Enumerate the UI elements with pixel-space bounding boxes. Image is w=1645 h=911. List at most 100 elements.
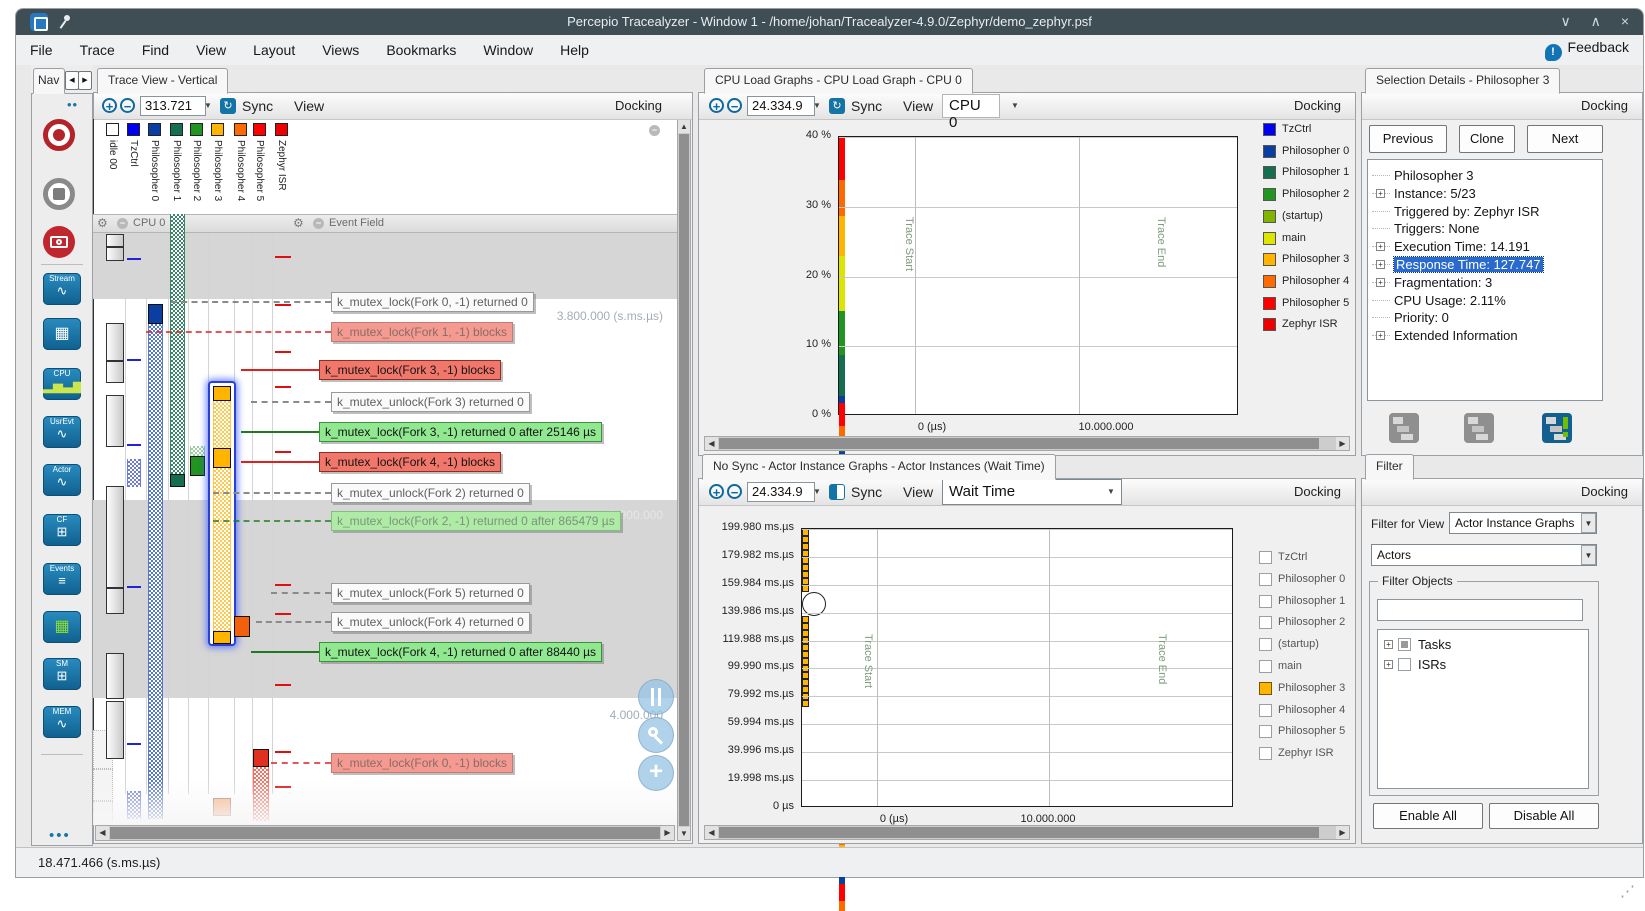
actor-graph-button[interactable]: Actor ∿ bbox=[43, 464, 81, 496]
trace-zoom-fab[interactable] bbox=[638, 717, 674, 753]
menu-item-views[interactable]: Views bbox=[322, 42, 359, 58]
idle-fragment[interactable] bbox=[106, 486, 124, 588]
actor-instances-plot[interactable]: Trace Start Trace End bbox=[801, 528, 1233, 807]
scroll-right-arrow-icon[interactable]: ▶ bbox=[1336, 826, 1349, 839]
legend-item-philosopher-4[interactable]: Philosopher 4 bbox=[1259, 703, 1354, 719]
resize-grip-icon[interactable]: ⋰ bbox=[1620, 882, 1635, 900]
idle-fragment[interactable] bbox=[106, 701, 124, 759]
event-label[interactable]: k_mutex_lock(Fork 0, -1) blocks bbox=[331, 753, 514, 773]
scroll-thumb[interactable] bbox=[719, 438, 1319, 449]
legend-item--startup-[interactable]: (startup) bbox=[1259, 638, 1354, 653]
scroll-right-arrow-icon[interactable]: ▶ bbox=[661, 826, 674, 840]
sync-button[interactable]: Sync bbox=[242, 98, 273, 114]
legend-item-tzctrl[interactable]: TzCtrl bbox=[1259, 551, 1354, 566]
instance-point[interactable] bbox=[802, 550, 809, 557]
legend-checkbox[interactable] bbox=[1259, 594, 1272, 608]
previous-instance-view-icon[interactable] bbox=[1389, 413, 1419, 443]
tree-expander-icon[interactable]: + bbox=[1376, 188, 1385, 198]
instance-point[interactable] bbox=[802, 672, 809, 679]
collapse-header-icon[interactable]: − bbox=[649, 125, 660, 136]
zoom-in-icon[interactable]: + bbox=[102, 98, 117, 113]
cpu-select-dropdown[interactable]: CPU 0 bbox=[942, 94, 1000, 131]
cpu-load-bar-segment[interactable] bbox=[839, 180, 845, 216]
idle-fragment[interactable] bbox=[106, 323, 124, 361]
philosopher3-executing-fragment[interactable] bbox=[213, 386, 231, 401]
philosopher3-executing-fragment[interactable] bbox=[213, 631, 231, 644]
filter-search-input[interactable] bbox=[1377, 599, 1583, 621]
event-label[interactable]: k_mutex_lock(Fork 1, -1) blocks bbox=[331, 322, 514, 342]
instance-point[interactable] bbox=[802, 679, 809, 686]
selection-tree[interactable]: Philosopher 3 + Instance: 5/23 Triggered by… bbox=[1367, 159, 1603, 401]
docking-button[interactable]: Docking bbox=[1581, 484, 1628, 499]
philosopher3-executing-fragment[interactable] bbox=[213, 448, 231, 468]
docking-button[interactable]: Docking bbox=[1294, 98, 1341, 113]
legend-item-philosopher-5[interactable]: Philosopher 5 bbox=[1259, 725, 1354, 740]
event-label[interactable]: k_mutex_lock(Fork 3, -1) blocks bbox=[319, 360, 502, 380]
filter-category-dropdown[interactable]: Actors bbox=[1371, 544, 1597, 566]
zoom-interval-input[interactable]: 313.721 bbox=[140, 96, 206, 116]
menu-item-layout[interactable]: Layout bbox=[253, 42, 295, 58]
filter-view-caret-icon[interactable]: ▼ bbox=[1581, 513, 1596, 533]
close-button[interactable]: × bbox=[1621, 13, 1629, 29]
event-log-button[interactable]: Events ≡ bbox=[43, 563, 81, 595]
clone-button[interactable]: Clone bbox=[1459, 125, 1515, 153]
instance-point[interactable] bbox=[802, 623, 809, 630]
tzctrl-event-tick[interactable] bbox=[127, 359, 141, 361]
next-button[interactable]: Next bbox=[1527, 125, 1603, 153]
sync-icon[interactable] bbox=[829, 484, 845, 500]
view-menu-button[interactable]: View bbox=[294, 98, 324, 114]
legend-checkbox[interactable] bbox=[1259, 725, 1272, 739]
zoom-out-icon[interactable]: − bbox=[120, 98, 135, 113]
zephyr-isr-event-tick[interactable] bbox=[275, 684, 291, 686]
zephyr-isr-event-tick[interactable] bbox=[275, 751, 291, 753]
user-event-plot-button[interactable]: UsrEvt ∿ bbox=[43, 416, 81, 448]
zoom-interval-caret-icon[interactable]: ▼ bbox=[813, 487, 821, 496]
maximize-button[interactable]: ∧ bbox=[1591, 13, 1601, 29]
tzctrl-event-tick[interactable] bbox=[127, 586, 141, 588]
previous-button[interactable]: Previous bbox=[1369, 125, 1447, 153]
cpu-load-bar-segment[interactable] bbox=[839, 355, 845, 396]
tzctrl-event-tick[interactable] bbox=[127, 258, 141, 260]
minimize-button[interactable]: ∨ bbox=[1561, 13, 1571, 29]
next-instance-view-icon[interactable] bbox=[1464, 413, 1494, 443]
event-label[interactable]: k_mutex_unlock(Fork 3) returned 0 bbox=[331, 392, 530, 412]
tree-expander-icon[interactable]: + bbox=[1376, 331, 1385, 341]
zoom-in-icon[interactable]: + bbox=[709, 484, 724, 499]
sync-button[interactable]: Sync bbox=[851, 98, 882, 114]
checkbox-unchecked[interactable] bbox=[1398, 658, 1411, 671]
menu-item-view[interactable]: View bbox=[196, 42, 226, 58]
filter-objects-list[interactable]: + Tasks + ISRs bbox=[1377, 629, 1589, 789]
idle-fragment[interactable] bbox=[106, 361, 124, 383]
zephyr-isr-event-tick[interactable] bbox=[275, 584, 291, 586]
title-bar[interactable]: Percepio Tracealyzer - Window 1 - /home/… bbox=[16, 9, 1643, 35]
scroll-right-arrow-icon[interactable]: ▶ bbox=[1336, 437, 1349, 450]
instance-point[interactable] bbox=[802, 536, 809, 543]
cpu-load-bar-segment[interactable] bbox=[839, 403, 845, 427]
cpu-horizontal-scrollbar[interactable]: ◀ ▶ bbox=[704, 436, 1350, 451]
instance-point[interactable] bbox=[802, 658, 809, 665]
legend-item-philosopher-0[interactable]: Philosopher 0 bbox=[1259, 572, 1354, 588]
legend-checkbox[interactable] bbox=[1259, 572, 1272, 586]
tree-item[interactable]: Triggered by: Zephyr ISR bbox=[1394, 204, 1539, 219]
sync-icon[interactable]: ↻ bbox=[220, 98, 236, 114]
sync-button[interactable]: Sync bbox=[851, 484, 882, 500]
snapshot-button[interactable] bbox=[43, 226, 75, 258]
highlight-instance-icon[interactable] bbox=[1542, 413, 1572, 443]
legend-checkbox[interactable] bbox=[1259, 638, 1272, 652]
scroll-left-arrow-icon[interactable]: ◀ bbox=[705, 437, 718, 450]
legend-item-philosopher-2[interactable]: Philosopher 2 bbox=[1259, 616, 1354, 631]
cpu-load-plot[interactable]: Trace Start Trace End bbox=[838, 136, 1238, 911]
instance-point[interactable] bbox=[802, 630, 809, 637]
zephyr-isr-event-tick[interactable] bbox=[275, 351, 291, 353]
instance-point[interactable] bbox=[802, 578, 809, 585]
communication-flow-button[interactable]: CF ⊞ bbox=[43, 514, 81, 546]
tab-cpu-load-graph[interactable]: CPU Load Graphs - CPU Load Graph - CPU 0 bbox=[704, 68, 973, 94]
instance-point[interactable] bbox=[802, 700, 809, 707]
zephyr-isr-event-tick[interactable] bbox=[275, 386, 291, 388]
philosopher0-executing-fragment[interactable] bbox=[148, 304, 163, 324]
scroll-left-arrow-icon[interactable]: ◀ bbox=[96, 826, 109, 840]
tree-expander-icon[interactable]: + bbox=[1376, 277, 1385, 287]
event-label[interactable]: k_mutex_lock(Fork 4, -1) blocks bbox=[319, 452, 502, 472]
cpu-load-bar-segment[interactable] bbox=[839, 884, 845, 902]
selected-instance-point[interactable] bbox=[802, 585, 809, 592]
